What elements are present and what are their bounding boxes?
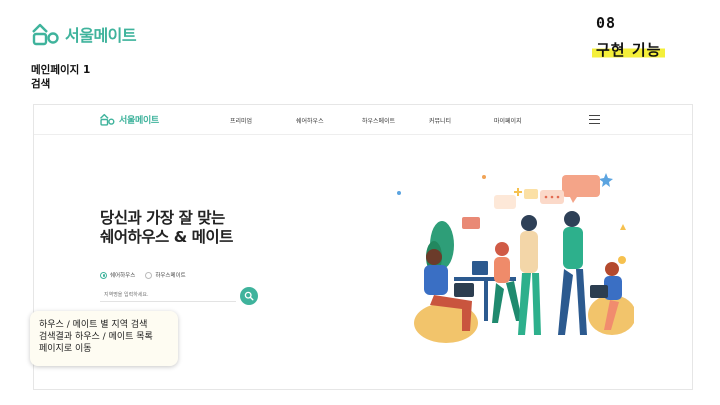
subtitle-line: 검색	[31, 78, 51, 90]
hero-title: 당신과 가장 잘 맞는 쉐어하우스 & 메이트	[100, 209, 233, 247]
radio-housemate[interactable]: 하우스메이트	[145, 271, 186, 279]
slide-subtitle: 메인페이지 1 검색	[31, 63, 90, 91]
note-line: 하우스 / 메이트 별 지역 검색	[39, 320, 148, 330]
hero-people-illustration	[397, 173, 634, 343]
nav-item-sharehouse[interactable]: 쉐어하우스	[296, 116, 324, 125]
radio-label: 하우스메이트	[155, 273, 186, 279]
nav-item-premium[interactable]: 프리미엄	[230, 116, 252, 125]
radio-label: 쉐어하우스	[110, 273, 136, 279]
hero-title-line: 당신과 가장 잘 맞는	[100, 209, 225, 227]
hamburger-menu-icon[interactable]	[589, 115, 600, 124]
house-logo-icon	[100, 113, 115, 126]
slide-brand-logo: 서울메이트	[31, 22, 137, 46]
radio-dot	[100, 271, 107, 279]
search-icon	[244, 291, 254, 301]
nav-item-housemate[interactable]: 하우스메이트	[362, 116, 395, 125]
hero-title-line: 쉐어하우스 & 메이트	[100, 228, 233, 246]
note-line: 검색결과 하우스 / 메이트 목록	[39, 332, 153, 342]
feature-note: 하우스 / 메이트 별 지역 검색 검색결과 하우스 / 메이트 목록 페이지로…	[30, 311, 178, 366]
radio-dot	[145, 271, 153, 279]
radio-sharehouse[interactable]: 쉐어하우스	[100, 271, 135, 279]
house-logo-icon	[32, 23, 59, 46]
subtitle-line: 메인페이지 1	[31, 64, 91, 76]
search-type-radio-group: 쉐어하우스 하우스메이트	[100, 271, 186, 279]
section-number: 08	[596, 14, 617, 32]
nav-item-community[interactable]: 커뮤니티	[429, 116, 451, 125]
region-search-input[interactable]	[100, 288, 236, 302]
nav-item-mypage[interactable]: 마이페이지	[494, 116, 522, 125]
site-navbar: 서울메이트 프리미엄 쉐어하우스 하우스메이트 커뮤니티 마이페이지	[34, 105, 692, 135]
search-button[interactable]	[240, 287, 258, 305]
note-line: 페이지로 이동	[39, 344, 92, 354]
slide-brand-name: 서울메이트	[65, 26, 137, 45]
site-logo[interactable]: 서울메이트	[99, 113, 159, 126]
section-title: 구현 기능	[592, 39, 666, 60]
site-brand-name: 서울메이트	[119, 116, 159, 126]
